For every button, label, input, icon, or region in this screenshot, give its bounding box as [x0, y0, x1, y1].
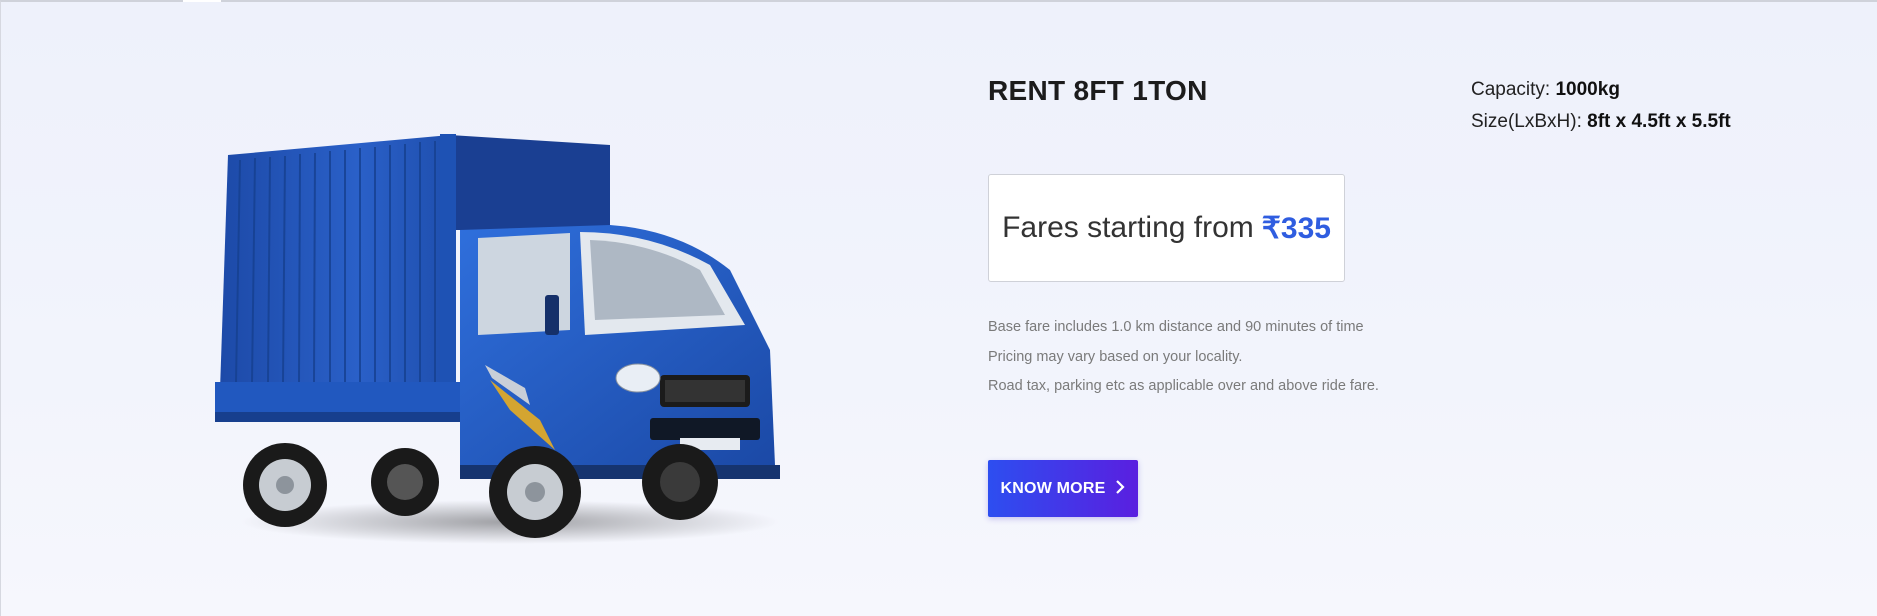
- capacity-value: 1000kg: [1555, 79, 1620, 100]
- size-value: 8ft x 4.5ft x 5.5ft: [1587, 111, 1731, 132]
- fare-note: Road tax, parking etc as applicable over…: [988, 378, 1379, 394]
- vehicle-title: RENT 8FT 1TON: [988, 75, 1208, 106]
- chevron-right-icon: [1115, 478, 1126, 499]
- fare-price: ₹335: [1261, 211, 1331, 245]
- vehicle-specs: Capacity: 1000kg Size(LxBxH): 8ft x 4.5f…: [1471, 74, 1731, 138]
- capacity-row: Capacity: 1000kg: [1471, 74, 1731, 106]
- capacity-label: Capacity:: [1471, 79, 1551, 100]
- tab-indicator: [183, 0, 221, 2]
- size-label: Size(LxBxH):: [1471, 111, 1582, 132]
- know-more-label: KNOW MORE: [1000, 479, 1106, 497]
- fare-prefix: Fares starting from: [1002, 211, 1254, 244]
- fare-notes: Base fare includes 1.0 km distance and 9…: [988, 313, 1379, 402]
- fare-note: Base fare includes 1.0 km distance and 9…: [988, 319, 1364, 335]
- size-row: Size(LxBxH): 8ft x 4.5ft x 5.5ft: [1471, 106, 1731, 138]
- fare-note: Pricing may vary based on your locality.: [988, 348, 1243, 365]
- truck-image: [210, 120, 790, 560]
- fare-box: Fares starting from ₹335: [988, 174, 1345, 282]
- know-more-button[interactable]: KNOW MORE: [988, 460, 1138, 517]
